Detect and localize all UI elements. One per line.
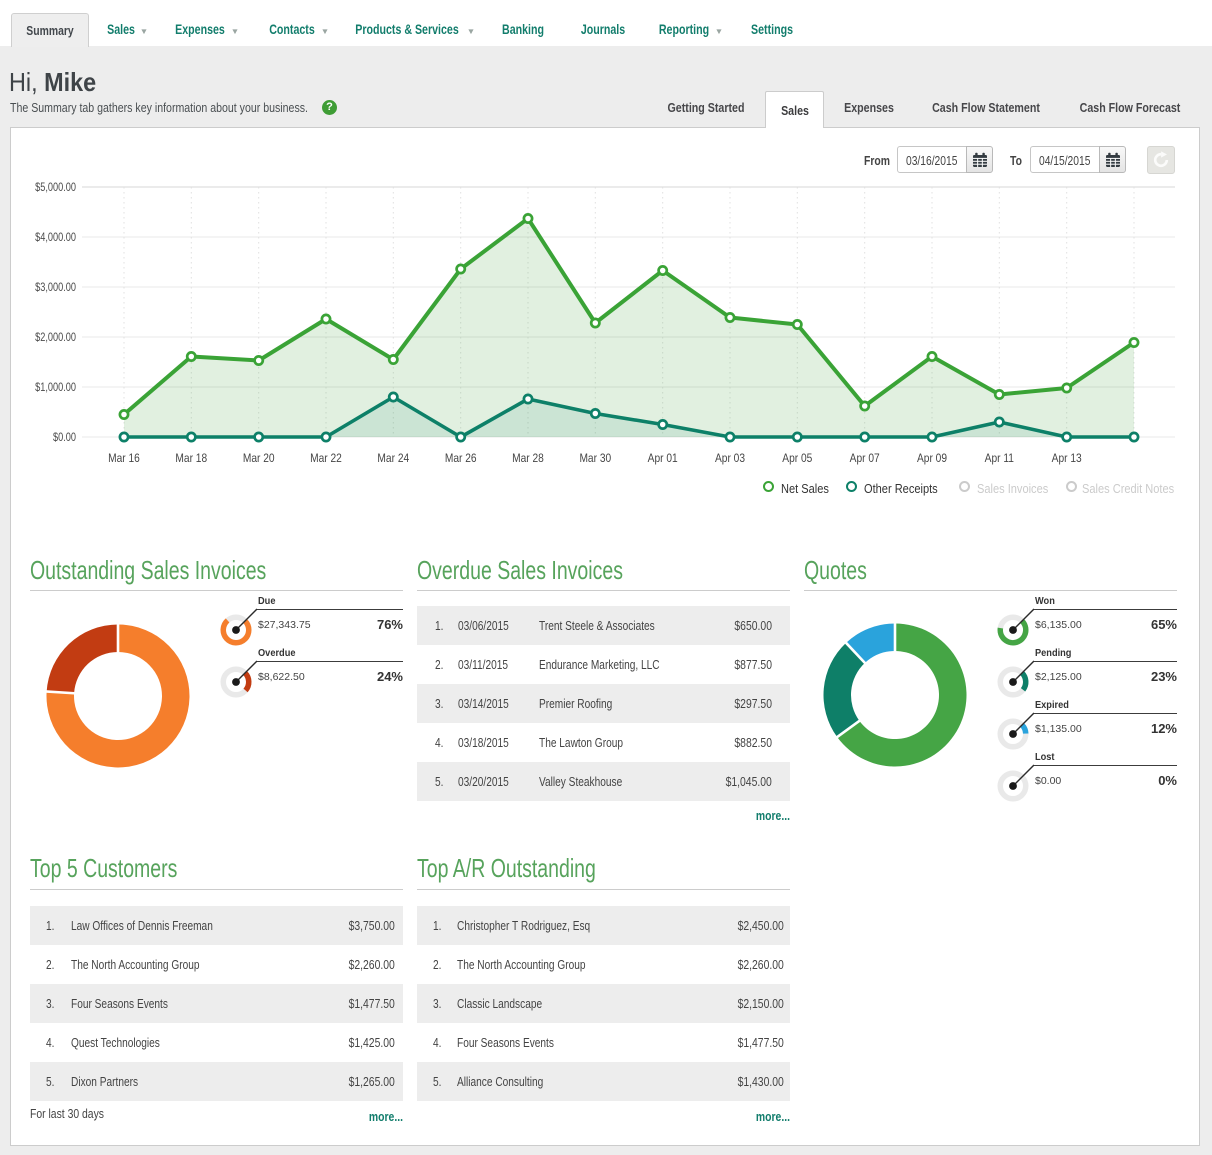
svg-text:$3,000.00: $3,000.00 [35,282,76,294]
svg-text:Apr 03: Apr 03 [715,452,745,465]
svg-text:Apr 05: Apr 05 [782,452,812,465]
svg-text:$0.00: $0.00 [53,432,76,444]
svg-text:Mar 30: Mar 30 [579,452,611,465]
svg-text:Mar 16: Mar 16 [108,452,140,465]
svg-text:Apr 11: Apr 11 [985,452,1014,465]
svg-text:Apr 13: Apr 13 [1052,452,1082,465]
svg-text:$1,000.00: $1,000.00 [35,382,76,394]
svg-text:$5,000.00: $5,000.00 [35,182,76,194]
svg-text:Apr 09: Apr 09 [917,452,947,465]
svg-text:Apr 01: Apr 01 [648,452,678,465]
svg-text:Mar 28: Mar 28 [512,452,544,465]
svg-text:Mar 24: Mar 24 [377,452,409,465]
svg-text:Mar 20: Mar 20 [243,452,275,465]
svg-text:Mar 26: Mar 26 [445,452,477,465]
svg-text:Mar 18: Mar 18 [175,452,207,465]
svg-text:$4,000.00: $4,000.00 [35,232,76,244]
svg-text:Mar 22: Mar 22 [310,452,342,465]
svg-text:$2,000.00: $2,000.00 [35,332,76,344]
svg-text:Apr 07: Apr 07 [850,452,880,465]
